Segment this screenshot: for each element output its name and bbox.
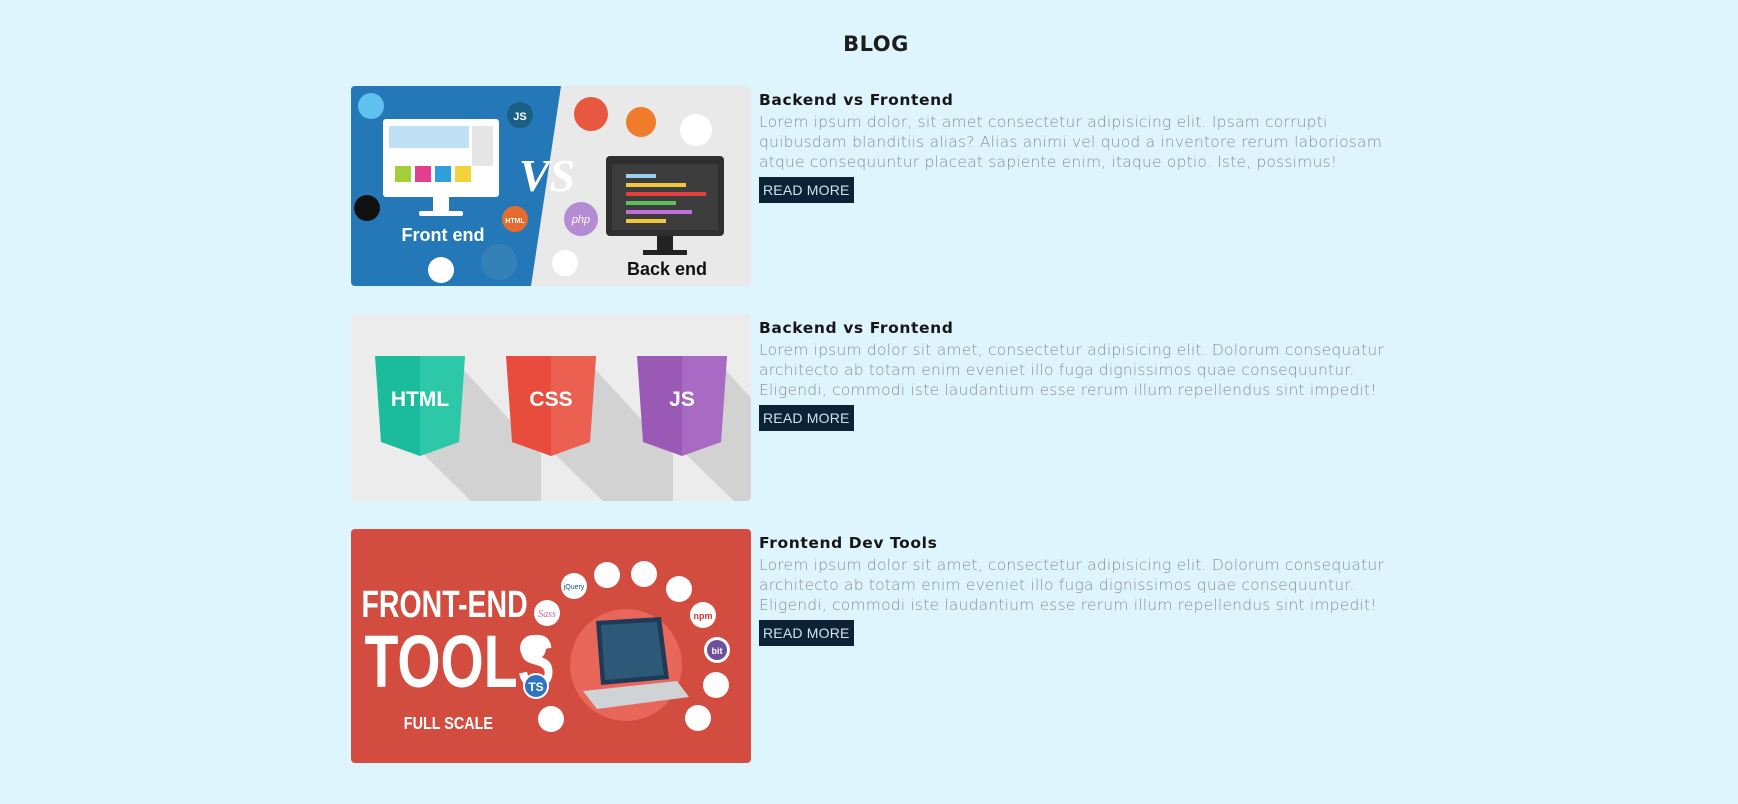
post-title[interactable]: Frontend Dev Tools — [759, 533, 1399, 553]
post-thumbnail[interactable]: FRONT-END TOOLS FULL SCALE jQuery Sass n… — [351, 529, 751, 763]
read-more-button[interactable]: READ MORE — [759, 620, 854, 646]
post-thumbnail[interactable]: HTML CSS JS — [351, 314, 751, 501]
full-scale-label: FULL SCALE — [404, 714, 493, 734]
post-title[interactable]: Backend vs Frontend — [759, 318, 1399, 338]
html-css-js-image: HTML CSS JS — [351, 314, 751, 501]
post-content: Backend vs Frontend Lorem ipsum dolor si… — [759, 314, 1399, 431]
post-thumbnail[interactable]: Front end JS HTML VS php Back end — [351, 86, 751, 286]
vs-label: VS — [519, 150, 575, 201]
post-excerpt: Lorem ipsum dolor, sit amet consectetur … — [759, 113, 1383, 171]
post-content: Frontend Dev Tools Lorem ipsum dolor sit… — [759, 529, 1399, 646]
back-end-label: Back end — [627, 259, 707, 279]
bit-badge-label: bit — [712, 646, 723, 656]
read-more-button[interactable]: READ MORE — [759, 177, 854, 203]
js-shield-label: JS — [669, 388, 695, 411]
npm-badge-label: npm — [694, 611, 713, 621]
post-title[interactable]: Backend vs Frontend — [759, 90, 1399, 110]
html-shield-label: HTML — [391, 388, 449, 411]
jquery-badge-label: jQuery — [563, 584, 585, 591]
html-badge-label: HTML — [505, 218, 525, 225]
blog-post: FRONT-END TOOLS FULL SCALE jQuery Sass n… — [351, 529, 1401, 763]
blog-post: HTML CSS JS Backend vs Frontend Lorem ip… — [351, 314, 1401, 501]
php-badge-label: php — [571, 214, 590, 226]
post-excerpt: Lorem ipsum dolor sit amet, consectetur … — [759, 556, 1384, 614]
frontend-tools-image: FRONT-END TOOLS FULL SCALE jQuery Sass n… — [351, 529, 751, 763]
css-shield-label: CSS — [529, 388, 572, 411]
sass-badge-label: Sass — [538, 609, 556, 620]
read-more-button[interactable]: READ MORE — [759, 405, 854, 431]
post-content: Backend vs Frontend Lorem ipsum dolor, s… — [759, 86, 1399, 203]
page-title: BLOG — [843, 32, 909, 56]
post-excerpt: Lorem ipsum dolor sit amet, consectetur … — [759, 341, 1384, 399]
blog-post: Front end JS HTML VS php Back end Backen… — [351, 86, 1401, 286]
js-badge-label: JS — [513, 111, 526, 123]
ts-badge-label: TS — [528, 680, 543, 694]
front-end-label: Front end — [402, 225, 485, 245]
frontend-vs-backend-image: Front end JS HTML VS php Back end — [351, 86, 751, 286]
